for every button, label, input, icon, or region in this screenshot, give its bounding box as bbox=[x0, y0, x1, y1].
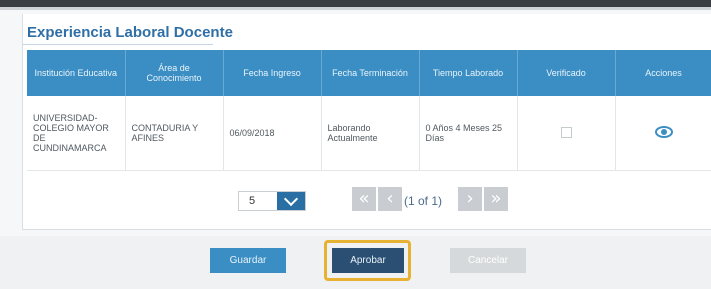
chevron-left-icon: ‹ bbox=[386, 188, 394, 209]
rows-per-page-value: 5 bbox=[249, 195, 256, 207]
table-row[interactable]: UNIVERSIDAD-COLEGIO MAYOR DE CUNDINAMARC… bbox=[27, 96, 711, 171]
col-header-fecha-terminacion[interactable]: Fecha Terminación bbox=[321, 50, 420, 96]
aprobar-button[interactable]: Aprobar bbox=[332, 248, 404, 273]
cell-tiempo: 0 Años 4 Meses 25 Días bbox=[419, 96, 518, 171]
title-underline bbox=[23, 44, 213, 45]
first-page-button[interactable]: « bbox=[352, 187, 376, 211]
col-header-verificado[interactable]: Verificado bbox=[517, 50, 616, 96]
col-header-institucion[interactable]: Institución Educativa bbox=[27, 50, 126, 96]
chevron-right-icon: › bbox=[466, 188, 474, 209]
next-page-button[interactable]: › bbox=[458, 187, 482, 211]
eye-icon[interactable] bbox=[654, 126, 673, 138]
double-chevron-right-icon: » bbox=[490, 188, 502, 209]
page-report: (1 of 1) bbox=[404, 194, 443, 208]
col-header-fecha-ingreso[interactable]: Fecha Ingreso bbox=[223, 50, 322, 96]
cell-area: CONTADURIA Y AFINES bbox=[125, 96, 224, 171]
guardar-button[interactable]: Guardar bbox=[210, 248, 286, 273]
dropdown-toggle-button[interactable] bbox=[277, 191, 305, 210]
rows-per-page-dropdown[interactable]: 5 bbox=[238, 191, 306, 211]
double-chevron-left-icon: « bbox=[358, 188, 370, 209]
cell-fecha-ingreso: 06/09/2018 bbox=[223, 96, 322, 171]
prev-page-button[interactable]: ‹ bbox=[378, 187, 402, 211]
window-top-border bbox=[0, 7, 711, 10]
cancelar-button[interactable]: Cancelar bbox=[450, 248, 526, 273]
chevron-down-icon bbox=[283, 191, 299, 207]
cell-acciones bbox=[615, 96, 711, 171]
cell-institucion: UNIVERSIDAD-COLEGIO MAYOR DE CUNDINAMARC… bbox=[27, 96, 126, 171]
panel-title: Experiencia Laboral Docente bbox=[27, 24, 233, 41]
cell-verificado bbox=[517, 96, 616, 171]
cell-fecha-terminacion: Laborando Actualmente bbox=[321, 96, 420, 171]
last-page-button[interactable]: » bbox=[484, 187, 508, 211]
experience-table: Institución Educativa Área de Conocimien… bbox=[27, 50, 711, 171]
col-header-area[interactable]: Área de Conocimiento bbox=[125, 50, 224, 96]
table-header-row: Institución Educativa Área de Conocimien… bbox=[27, 50, 711, 96]
verificado-checkbox[interactable] bbox=[560, 126, 572, 138]
col-header-tiempo[interactable]: Tiempo Laborado bbox=[419, 50, 518, 96]
col-header-acciones: Acciones bbox=[615, 50, 711, 96]
